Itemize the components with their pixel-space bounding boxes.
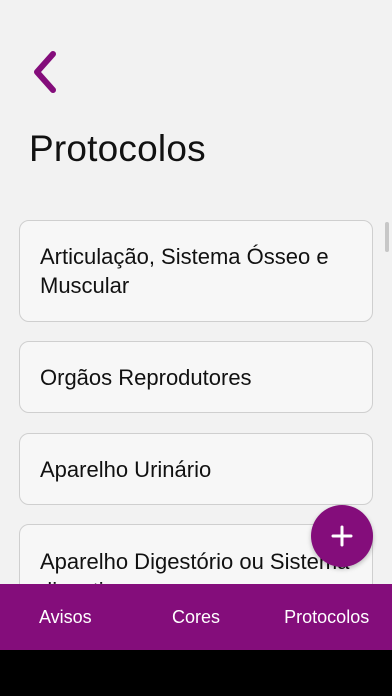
protocol-card-label: Orgãos Reprodutores [40,364,252,390]
add-button[interactable] [311,505,373,567]
protocol-card-label: Articulação, Sistema Ósseo e Muscular [40,244,329,298]
back-button[interactable] [24,48,64,96]
system-navigation-bar [0,650,392,696]
nav-item-avisos[interactable]: Avisos [0,584,131,650]
protocols-screen: Protocolos Articulação, Sistema Ósseo e … [0,0,392,696]
scrollbar[interactable] [385,222,389,252]
protocol-card[interactable]: Orgãos Reprodutores [19,341,373,413]
nav-item-cores[interactable]: Cores [131,584,262,650]
chevron-left-icon [34,51,56,93]
plus-icon [331,525,353,547]
protocol-card-label: Aparelho Digestório ou Sistema digestivo [40,549,350,584]
nav-item-protocolos[interactable]: Protocolos [261,584,392,650]
page-title: Protocolos [29,128,206,169]
bottom-navigation: Avisos Cores Protocolos [0,584,392,650]
protocol-card-label: Aparelho Urinário [40,456,212,482]
protocol-card[interactable]: Articulação, Sistema Ósseo e Muscular [19,220,373,322]
protocol-card[interactable]: Aparelho Urinário [19,433,373,505]
